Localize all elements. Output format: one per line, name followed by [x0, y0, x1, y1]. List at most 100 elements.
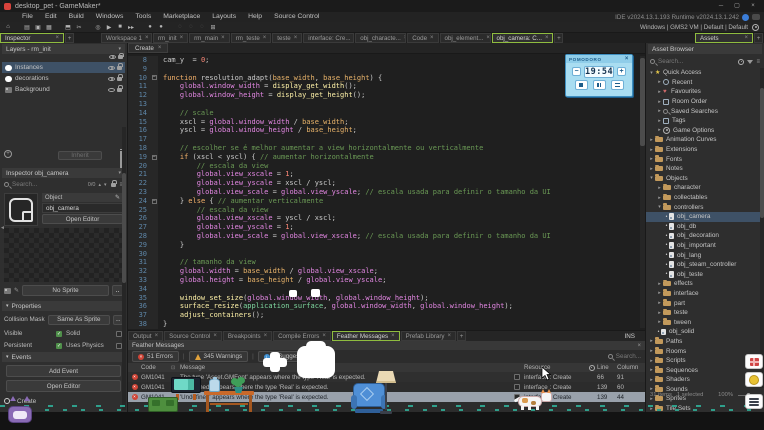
tab-close-icon[interactable]: × [213, 333, 217, 339]
tab-close-icon[interactable]: × [145, 35, 149, 41]
menu-item-build[interactable]: Build [63, 12, 90, 22]
title-bar[interactable]: desktop_pet - GameMaker* ─ ▢ × [0, 0, 764, 12]
open-project-icon[interactable]: ▣ [33, 23, 43, 32]
code-line[interactable]: 14 // scale [128, 109, 640, 118]
pause-button[interactable] [593, 80, 606, 90]
home-icon[interactable]: ⌂ [3, 23, 13, 32]
open-editor-button[interactable]: Open Editor [6, 380, 121, 392]
pomodoro-widget[interactable]: Pomodoro × − 19:54 + [565, 54, 633, 97]
row-checkbox[interactable] [514, 384, 520, 390]
code-line[interactable]: 37 adjust_containers(); [128, 311, 640, 320]
column-code[interactable]: Code [141, 364, 171, 371]
lock-inspector-icon[interactable] [111, 183, 116, 187]
code-line[interactable]: 25 // escala da view [128, 206, 640, 215]
run-icon[interactable]: ▶ [104, 23, 114, 32]
feather-search-input[interactable]: Search... [616, 353, 641, 360]
asset-tree-item[interactable]: •obj_teste [646, 269, 760, 279]
tab-close-icon[interactable]: × [744, 35, 748, 41]
close-icon[interactable]: × [625, 56, 629, 62]
asset-tree-item[interactable]: ▸Tags [646, 116, 760, 126]
code-line[interactable]: 24− } else { // aumentar verticalmente [128, 197, 640, 206]
tab-close-icon[interactable]: × [263, 35, 267, 41]
code-line[interactable]: 8cam_y = 0; [128, 56, 640, 65]
tab-close-icon[interactable]: × [55, 35, 59, 41]
eye-icon[interactable] [108, 88, 115, 92]
code-line[interactable]: 13 [128, 100, 640, 109]
tab-close-icon[interactable]: × [221, 35, 225, 41]
lock-icon[interactable] [117, 88, 122, 92]
help-icon[interactable]: ● [145, 23, 155, 32]
new-project-icon[interactable]: ▤ [22, 23, 32, 32]
code-line[interactable]: 29 } [128, 241, 640, 250]
menu-item-edit[interactable]: Edit [39, 12, 63, 22]
code-line[interactable]: 31 // tamanho da view [128, 258, 640, 267]
view-mode-icon[interactable]: ≡ [756, 59, 760, 65]
asset-tree-item[interactable]: ▸collectables [646, 193, 760, 203]
asset-tree-item[interactable]: ▾★Quick Access [646, 68, 760, 78]
code-line[interactable]: 12 global.window_height = display_get_he… [128, 91, 640, 100]
asset-tree-item[interactable]: •obj_lang [646, 250, 760, 260]
code-line[interactable]: 19− if (xscl < yscl) { // aumentar horiz… [128, 153, 640, 162]
asset-tree-item[interactable]: ▸Animation Curves [646, 135, 760, 145]
sort-icon[interactable]: ⊡ [171, 365, 180, 371]
workspace-tab[interactable]: interface: Cre...× [303, 33, 354, 43]
code-line[interactable]: 10−function resolution_adapt(base_width,… [128, 74, 640, 83]
asset-tree-item[interactable]: •obj_important [646, 241, 760, 251]
menu-item-source-control[interactable]: Source Control [268, 12, 325, 22]
menu-item-marketplace[interactable]: Marketplace [157, 12, 206, 22]
code-line[interactable]: 33 global.height = base_height / global.… [128, 276, 640, 285]
code-line[interactable]: 9 [128, 65, 640, 74]
edit-sprite-icon[interactable]: ✎ [14, 287, 19, 294]
code-line[interactable]: 21 global.view_xscale = 1; [128, 170, 640, 179]
feedback-icon[interactable] [752, 14, 760, 20]
stop-button[interactable] [575, 80, 588, 90]
reset-button[interactable] [611, 80, 624, 90]
minimize-button[interactable]: ─ [714, 1, 728, 11]
feather-message-row[interactable]: ×GM1041'Undefined' appears where the typ… [128, 382, 645, 392]
asset-tree-item[interactable]: ▸interface [646, 289, 760, 299]
asset-tree-item[interactable]: ▸character [646, 183, 760, 193]
workspace-tab[interactable]: obj_element...× [440, 33, 491, 43]
filter-icon[interactable] [747, 60, 753, 64]
grid-icon[interactable]: ⊞ [208, 23, 218, 32]
workspace-tab[interactable]: Code× [407, 33, 438, 43]
close-panel-icon[interactable]: × [637, 343, 641, 349]
lock-icon[interactable] [117, 77, 122, 81]
open-editor-button[interactable]: Open Editor [42, 214, 123, 224]
dock-tab-feather-messages[interactable]: Feather Messages× [332, 331, 400, 341]
save-icon[interactable]: ▦ [44, 23, 54, 32]
tab-close-icon[interactable]: × [264, 333, 268, 339]
asset-tree-item[interactable]: •obj_steam_controller [646, 260, 760, 270]
editor-tab-create[interactable]: Create × [128, 43, 168, 53]
tab-close-icon[interactable]: × [404, 35, 406, 41]
stop-icon[interactable]: ■ [115, 23, 125, 32]
asset-tree-item[interactable]: ▸Notes [646, 164, 760, 174]
dock-tab-prefab-library[interactable]: Prefab Library× [401, 331, 456, 341]
no-sprite-button[interactable]: No Sprite [22, 285, 109, 296]
add-workspace-tab-button[interactable]: + [554, 33, 563, 43]
checkbox-persistent[interactable]: ✓ [56, 343, 62, 349]
asset-tree-item[interactable]: ▸Shaders [646, 375, 760, 385]
asset-tree-item[interactable]: ▸teste [646, 308, 760, 318]
workspace-tab[interactable]: rm_init× [153, 33, 188, 43]
feather-message-row[interactable]: ×GM1041The type 'Asset.GMFont' appears w… [128, 372, 645, 382]
code-line[interactable]: 35 window_set_size(global.window_width, … [128, 294, 640, 303]
asset-tree-item[interactable]: ▸Saved Searches [646, 106, 760, 116]
asset-tree-item[interactable]: ▾Objects [646, 174, 760, 184]
asset-tree-item[interactable]: ▸Fonts [646, 154, 760, 164]
maximize-button[interactable]: ▢ [730, 1, 744, 11]
menu-item-tools[interactable]: Tools [129, 12, 157, 22]
tab-close-icon[interactable]: × [180, 35, 184, 41]
menu-item-file[interactable]: File [16, 12, 39, 22]
code-line[interactable]: 18 // escolher se é melhor aumentar a vi… [128, 144, 640, 153]
properties-header[interactable]: ▾Properties [2, 301, 125, 311]
minus-button[interactable]: − [572, 67, 581, 76]
tab-close-icon[interactable]: × [158, 45, 162, 51]
asset-tree-item[interactable]: •obj_solid [646, 327, 760, 337]
code-line[interactable]: 15 xscl = global.window_width / base_wid… [128, 118, 640, 127]
column-column[interactable]: Column [617, 364, 645, 371]
layers-header[interactable]: Layers - rm_init▾ [2, 44, 125, 54]
lock-icon[interactable] [118, 55, 123, 59]
asset-tree-item[interactable]: ▸Scripts [646, 356, 760, 366]
code-line[interactable]: 32 global.width = base_width / global.vi… [128, 267, 640, 276]
